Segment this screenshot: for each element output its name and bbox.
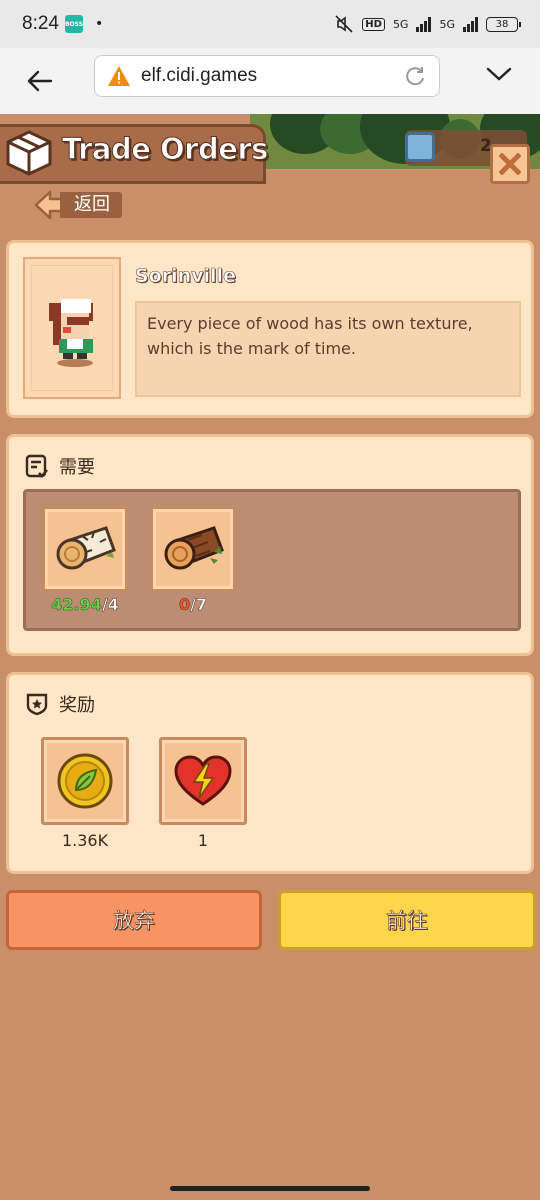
reward-item[interactable]: 1 [159,737,247,850]
hd-badge: HD [362,17,385,31]
status-bar: 8:24 BOSS • HD 5G 5G 38 [0,0,540,48]
network-label-2: 5G [439,17,455,31]
requirement-count: 42.94/4 [51,595,119,615]
back-button-label: 返回 [60,192,122,218]
chevron-down-icon[interactable] [486,66,512,82]
npc-name: Sorinville [135,265,237,288]
npc-panel: Sorinville Every piece of wood has its o… [6,240,534,418]
reward-value: 1 [197,831,209,850]
gesture-bar [0,1180,540,1200]
arrow-left-icon [27,70,53,92]
back-button[interactable]: 返回 [34,190,122,220]
npc-dialog: Every piece of wood has its own texture,… [135,301,521,397]
requirements-heading: 需要 [59,457,95,478]
item-slot [150,506,236,592]
page-title: Trade Orders [62,132,269,167]
network-label-1: 5G [392,17,409,31]
signal-icon [416,16,432,32]
requirement-count: 0/7 [178,595,208,615]
npc-avatar [49,299,93,367]
energy-heart-icon [174,755,232,806]
item-slot [159,737,247,825]
reward-item[interactable]: 1.36K [41,737,129,850]
browser-toolbar: elf.cidi.games [0,48,540,114]
signal-icon-2 [463,16,478,32]
abandon-button[interactable]: 放弃 [6,890,262,950]
package-icon [6,130,52,176]
close-icon [499,153,521,175]
rewards-heading: 奖励 [59,695,95,716]
item-slot [41,737,129,825]
reward-value: 1.36K [61,831,109,850]
warning-icon [108,66,130,86]
close-button[interactable] [490,144,530,184]
npc-portrait [23,257,121,399]
status-icons: HD 5G 5G 38 [334,14,521,34]
checklist-icon [25,454,48,478]
clock: 8:24 [22,13,59,34]
mute-icon [335,15,353,33]
game-canvas: Trade Orders 2 返回 Sorinville Every piece… [0,114,540,1180]
requirement-item[interactable]: 0/7 [150,506,236,614]
battery-icon: 38 [486,16,521,32]
badge-icon [26,693,48,716]
leaf-coin-icon [57,753,113,809]
reload-icon[interactable] [403,64,427,88]
boss-app-icon: BOSS [65,15,83,33]
home-indicator[interactable] [170,1186,370,1191]
rewards-header: 奖励 [25,691,95,717]
goto-button[interactable]: 前往 [278,890,536,950]
rewards-panel: 奖励 1.36K 1 [6,672,534,874]
requirement-item[interactable]: 42.94/4 [42,506,128,614]
requirements-list: 42.94/4 0/7 [23,489,521,631]
url-text: elf.cidi.games [141,65,258,86]
oak-log-icon [164,526,224,570]
browser-back-button[interactable] [20,61,60,101]
notification-dot: • [94,16,104,32]
item-slot [42,506,128,592]
crystal-icon [405,132,435,162]
address-bar[interactable]: elf.cidi.games [94,55,440,97]
requirements-header: 需要 [25,453,95,479]
birch-log-icon [56,526,116,570]
requirements-panel: 需要 42.94/4 0/7 [6,434,534,656]
